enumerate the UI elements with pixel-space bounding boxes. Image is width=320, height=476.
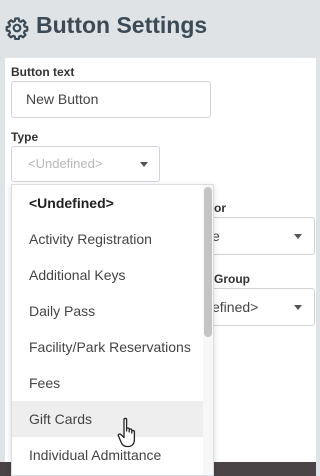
- dropdown-option[interactable]: Additional Keys: [12, 257, 204, 293]
- dropdown-option[interactable]: Gift Cards: [12, 401, 204, 437]
- color-select[interactable]: e: [205, 217, 315, 255]
- button-text-label: Button text: [11, 65, 75, 79]
- hand-pointer-icon: [117, 417, 136, 448]
- dropdown-option[interactable]: Daily Pass: [12, 293, 204, 329]
- dropdown-option[interactable]: Fees: [12, 365, 204, 401]
- chevron-down-icon: [140, 162, 148, 167]
- gear-icon: [5, 17, 29, 40]
- scrollbar-thumb[interactable]: [204, 187, 212, 337]
- chevron-down-icon: [294, 305, 302, 310]
- header: Button Settings: [0, 0, 316, 56]
- dropdown-option[interactable]: Activity Registration: [12, 221, 204, 257]
- dropdown-option[interactable]: <Undefined>: [12, 185, 204, 221]
- type-select[interactable]: <Undefined>: [11, 146, 160, 182]
- page-title: Button Settings: [36, 12, 208, 38]
- type-select-value: <Undefined>: [28, 156, 103, 171]
- group-select-value: efined>: [212, 299, 259, 315]
- color-label: or: [214, 201, 226, 215]
- dropdown-scrollbar[interactable]: [203, 185, 213, 475]
- button-text-input[interactable]: New Button: [11, 81, 211, 118]
- chevron-down-icon: [294, 234, 302, 239]
- dropdown-option[interactable]: Facility/Park Reservations: [12, 329, 204, 365]
- group-select[interactable]: efined>: [205, 288, 315, 326]
- group-label: Group: [214, 272, 250, 286]
- dropdown-option[interactable]: Individual Admittance: [12, 437, 204, 473]
- type-label: Type: [11, 130, 39, 144]
- type-dropdown-list[interactable]: <Undefined> Activity Registration Additi…: [11, 184, 214, 476]
